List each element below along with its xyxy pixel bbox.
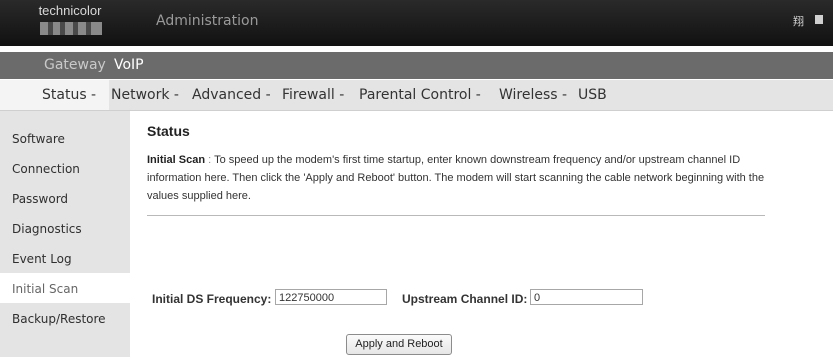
section-tabs: Gateway VoIP: [0, 52, 833, 79]
logo-text: technicolor: [38, 3, 102, 18]
sidebar-item-label: Diagnostics: [12, 222, 82, 236]
sidebar-item-label: Initial Scan: [12, 282, 79, 296]
apply-and-reboot-button[interactable]: Apply and Reboot: [346, 334, 452, 355]
intro-body: To speed up the modem's first time start…: [147, 154, 765, 202]
sidebar-item-password[interactable]: Password: [0, 183, 130, 213]
sidebar-item-backup-restore[interactable]: Backup/Restore: [0, 303, 130, 333]
logout-icon[interactable]: [815, 15, 823, 24]
app-title: Administration: [156, 13, 259, 29]
page-title: Status: [147, 123, 190, 139]
sidebar-item-label: Event Log: [12, 252, 72, 266]
logo-graphic: [40, 22, 102, 35]
sidebar-item-label: Software: [12, 132, 65, 146]
ds-frequency-input[interactable]: 122750000: [275, 289, 387, 305]
sidebar-item-connection[interactable]: Connection: [0, 153, 130, 183]
upstream-channel-value: 0: [534, 292, 541, 304]
sidebar-item-label: Connection: [12, 162, 80, 176]
nav-parental-control[interactable]: Parental Control -: [359, 87, 481, 103]
top-header: technicolor Administration 翔: [0, 0, 833, 46]
nav-firewall[interactable]: Firewall -: [282, 87, 344, 103]
nav-usb[interactable]: USB: [578, 87, 607, 103]
ds-frequency-value: 122750000: [279, 292, 335, 304]
tab-gateway[interactable]: Gateway: [44, 57, 106, 73]
section-divider: [147, 215, 765, 216]
sidebar-item-event-log[interactable]: Event Log: [0, 243, 130, 273]
language-icon[interactable]: 翔: [793, 13, 804, 29]
nav-network[interactable]: Network -: [111, 87, 179, 103]
intro-text: Initial Scan : To speed up the modem's f…: [147, 151, 782, 205]
intro-title: Initial Scan: [147, 154, 206, 166]
intro-separator: :: [208, 154, 212, 166]
nav-advanced[interactable]: Advanced -: [192, 87, 271, 103]
tab-voip[interactable]: VoIP: [114, 57, 144, 73]
sidebar-item-software[interactable]: Software: [0, 123, 130, 153]
ds-frequency-label: Initial DS Frequency:: [152, 292, 272, 306]
sidebar-item-label: Password: [12, 192, 69, 206]
sidebar-item-initial-scan[interactable]: Initial Scan: [0, 273, 130, 303]
nav-status[interactable]: Status -: [42, 87, 96, 103]
technicolor-logo: technicolor: [18, 3, 122, 39]
sidebar-item-diagnostics[interactable]: Diagnostics: [0, 213, 130, 243]
main-nav: Status - Network - Advanced - Firewall -…: [0, 80, 833, 111]
nav-wireless[interactable]: Wireless -: [499, 87, 567, 103]
upstream-channel-label: Upstream Channel ID:: [402, 292, 528, 306]
sidebar: Software Connection Password Diagnostics…: [0, 111, 130, 357]
sidebar-item-label: Backup/Restore: [12, 312, 106, 326]
upstream-channel-input[interactable]: 0: [530, 289, 643, 305]
